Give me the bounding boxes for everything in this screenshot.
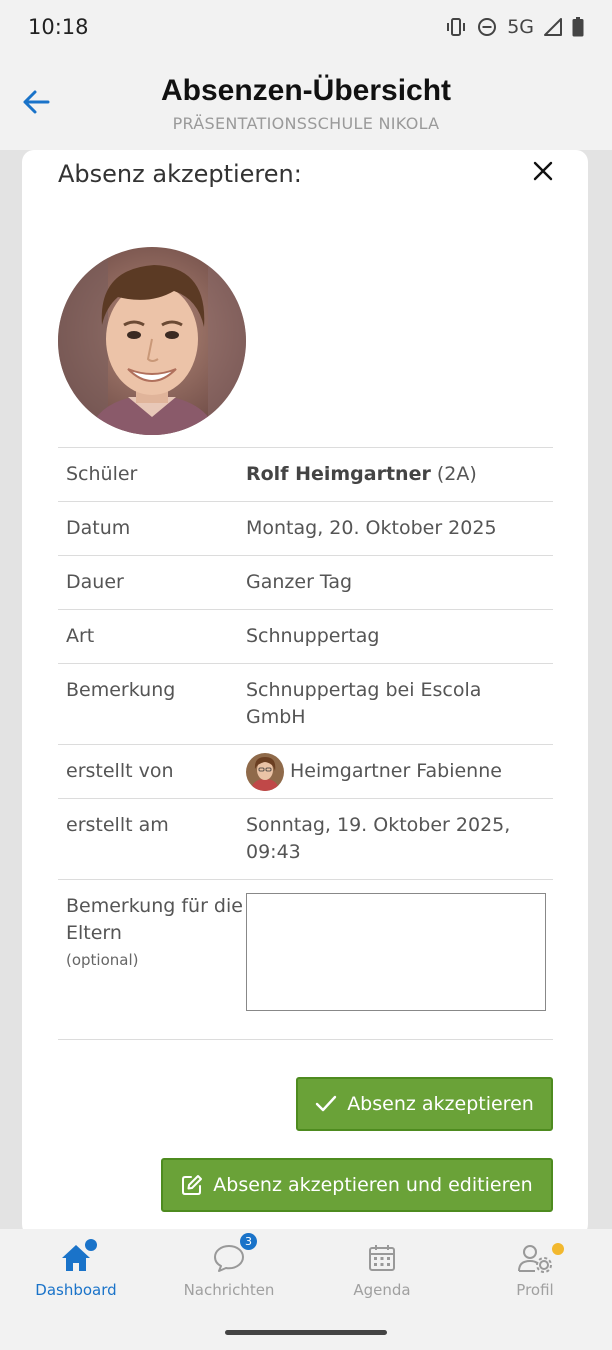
dialog-title: Absenz akzeptieren: [58,160,302,188]
nav-icon-messages: 3 [164,1233,294,1275]
optional-hint: (optional) [66,951,139,969]
student-name: Rolf Heimgartner [246,463,431,485]
student-value: Rolf Heimgartner (2A) [246,461,545,488]
accept-edit-label: Absenz akzeptieren und editieren [213,1174,533,1196]
unread-badge: 3 [240,1233,257,1250]
close-button[interactable] [528,156,558,186]
accept-label: Absenz akzeptieren [347,1093,534,1115]
student-class: (2A) [436,463,477,485]
edit-icon [182,1175,203,1195]
row-remark: Bemerkung Schnuppertag bei Escola GmbH [58,664,553,745]
page-title: Absenzen-Übersicht [160,74,452,107]
close-icon [533,161,553,181]
nav-label-dashboard: Dashboard [35,1281,117,1299]
remark-label: Bemerkung [66,679,176,701]
parent-note-label-wrap: Bemerkung für die Eltern (optional) [66,893,246,1019]
signal-icon [544,18,562,36]
nav-icon-dashboard [11,1239,141,1275]
nav-item-messages[interactable]: 3 Nachrichten [164,1233,294,1299]
check-icon [315,1095,337,1112]
network-label: 5G [507,16,534,38]
do-not-disturb-icon [477,17,497,37]
created-at-label: erstellt am [66,814,169,836]
student-photo [58,247,246,435]
created-by-label: erstellt von [66,760,174,782]
creator-avatar [246,752,284,791]
nav-item-profile[interactable]: Profil [470,1241,600,1299]
vibrate-icon [445,17,467,37]
status-icons: 5G [445,16,584,38]
parent-note-label: Bemerkung für die Eltern [66,895,243,944]
creator-name: Heimgartner Fabienne [290,760,502,782]
school-name: PRÄSENTATIONSSCHULE NIKOLA [172,114,440,133]
nav-icon-profile [470,1241,600,1275]
type-value: Schnuppertag [246,625,380,647]
app-header: Absenzen-Übersicht PRÄSENTATIONSSCHULE N… [0,54,612,150]
absence-details-table: Schüler Rolf Heimgartner (2A) Datum Mont… [58,447,553,1040]
parent-note-value [246,893,546,1019]
nav-label-messages: Nachrichten [183,1281,275,1299]
row-created-by: erstellt von Heimgartner Fabienne [58,745,553,799]
status-bar: 10:18 5G [0,0,612,54]
date-value: Montag, 20. Oktober 2025 [246,517,497,539]
created-at-value: Sonntag, 19. Oktober 2025, 09:43 [246,814,511,863]
battery-icon [572,17,584,37]
status-time: 10:18 [28,15,89,39]
student-label: Schüler [66,463,138,485]
remark-value: Schnuppertag bei Escola GmbH [246,679,482,728]
home-indicator [225,1330,387,1335]
duration-value: Ganzer Tag [246,571,353,593]
row-type: Art Schnuppertag [58,610,553,664]
profile-settings-icon [518,1245,552,1273]
row-created-at: erstellt am Sonntag, 19. Oktober 2025, 0… [58,799,553,880]
row-parent-note: Bemerkung für die Eltern (optional) [58,880,553,1040]
created-by-value: Heimgartner Fabienne [246,752,545,791]
parent-note-input[interactable] [246,893,546,1011]
row-duration: Dauer Ganzer Tag [58,556,553,610]
notification-dot [85,1239,97,1251]
accept-absence-dialog: Absenz akzeptieren: Schüler Rolf Heimgar… [22,150,588,1240]
nav-item-agenda[interactable]: Agenda [317,1241,447,1299]
row-student: Schüler Rolf Heimgartner (2A) [58,448,553,502]
nav-item-dashboard[interactable]: Dashboard [11,1239,141,1299]
type-label: Art [66,625,95,647]
calendar-icon [369,1245,395,1271]
duration-label: Dauer [66,571,124,593]
nav-label-profile: Profil [516,1281,554,1299]
profile-notification-dot [552,1243,564,1255]
nav-label-agenda: Agenda [353,1281,411,1299]
accept-and-edit-button[interactable]: Absenz akzeptieren und editieren [161,1158,553,1212]
date-label: Datum [66,517,131,539]
chat-icon [214,1245,244,1272]
accept-absence-button[interactable]: Absenz akzeptieren [296,1077,553,1131]
nav-icon-agenda [317,1241,447,1275]
row-date: Datum Montag, 20. Oktober 2025 [58,502,553,556]
